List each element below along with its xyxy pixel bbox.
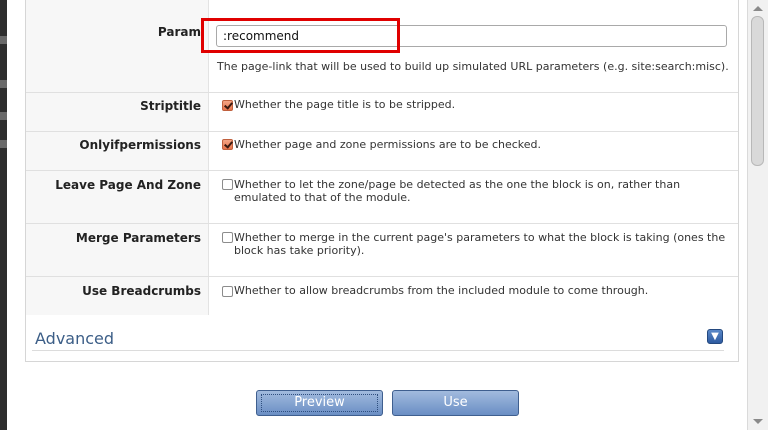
advanced-section-header[interactable]: Advanced ▼: [32, 325, 724, 351]
merge-parameters-checkbox[interactable]: [222, 232, 233, 243]
onlyifpermissions-label: Onlyifpermissions: [79, 138, 201, 152]
window-frame-left: [0, 0, 7, 430]
use-button[interactable]: Use: [392, 390, 519, 416]
leave-page-and-zone-row: Leave Page And Zone Whether to let the z…: [26, 171, 738, 224]
onlyifpermissions-description: Whether page and zone permissions are to…: [234, 138, 542, 151]
leave-page-and-zone-label-cell: Leave Page And Zone: [26, 171, 209, 223]
frame-artifact: [0, 80, 7, 88]
striptitle-description: Whether the page title is to be stripped…: [234, 98, 456, 111]
leave-page-and-zone-field-cell: Whether to let the zone/page be detected…: [209, 171, 738, 223]
param-label-cell: Param: [26, 0, 209, 92]
param-description: The page-link that will be used to build…: [217, 60, 729, 73]
leave-page-and-zone-description: Whether to let the zone/page be detected…: [234, 178, 681, 204]
frame-artifact: [0, 112, 7, 120]
vertical-scrollbar[interactable]: [747, 0, 768, 430]
scroll-thumb[interactable]: [751, 16, 764, 166]
merge-parameters-label-cell: Merge Parameters: [26, 224, 209, 276]
focus-ring: [261, 394, 378, 412]
striptitle-row: Striptitle Whether the page title is to …: [26, 93, 738, 132]
striptitle-field-cell: Whether the page title is to be stripped…: [209, 93, 738, 131]
use-breadcrumbs-description: Whether to allow breadcrumbs from the in…: [234, 284, 649, 297]
frame-artifact: [0, 140, 7, 148]
param-row: Param The page-link that will be used to…: [26, 0, 738, 93]
striptitle-checkbox[interactable]: [222, 100, 233, 111]
use-button-label: Use: [443, 395, 468, 410]
striptitle-label-cell: Striptitle: [26, 93, 209, 131]
advanced-title: Advanced: [35, 329, 115, 348]
leave-page-and-zone-checkbox[interactable]: [222, 179, 233, 190]
use-breadcrumbs-label: Use Breadcrumbs: [82, 284, 201, 298]
scroll-down-icon[interactable]: [753, 419, 763, 424]
merge-parameters-description: Whether to merge in the current page's p…: [234, 231, 726, 257]
onlyifpermissions-checkbox[interactable]: [222, 139, 233, 150]
merge-parameters-label: Merge Parameters: [75, 231, 201, 245]
use-breadcrumbs-label-cell: Use Breadcrumbs: [26, 277, 209, 315]
param-field-cell: The page-link that will be used to build…: [209, 0, 738, 92]
preview-button[interactable]: Preview: [256, 390, 383, 416]
onlyifpermissions-label-cell: Onlyifpermissions: [26, 132, 209, 170]
param-label: Param: [157, 25, 201, 39]
use-breadcrumbs-field-cell: Whether to allow breadcrumbs from the in…: [209, 277, 738, 315]
expand-chevron-icon[interactable]: ▼: [707, 329, 723, 344]
scroll-up-icon[interactable]: [753, 6, 763, 11]
param-input[interactable]: [216, 25, 727, 47]
use-breadcrumbs-checkbox[interactable]: [222, 286, 233, 297]
leave-page-and-zone-label: Leave Page And Zone: [55, 178, 201, 192]
striptitle-label: Striptitle: [140, 99, 201, 113]
onlyifpermissions-row: Onlyifpermissions Whether page and zone …: [26, 132, 738, 171]
frame-artifact: [0, 36, 7, 44]
use-breadcrumbs-row: Use Breadcrumbs Whether to allow breadcr…: [26, 277, 738, 315]
block-config-dialog: Param The page-link that will be used to…: [7, 0, 747, 430]
parameters-form: Param The page-link that will be used to…: [25, 0, 739, 362]
merge-parameters-field-cell: Whether to merge in the current page's p…: [209, 224, 738, 276]
onlyifpermissions-field-cell: Whether page and zone permissions are to…: [209, 132, 738, 170]
merge-parameters-row: Merge Parameters Whether to merge in the…: [26, 224, 738, 277]
